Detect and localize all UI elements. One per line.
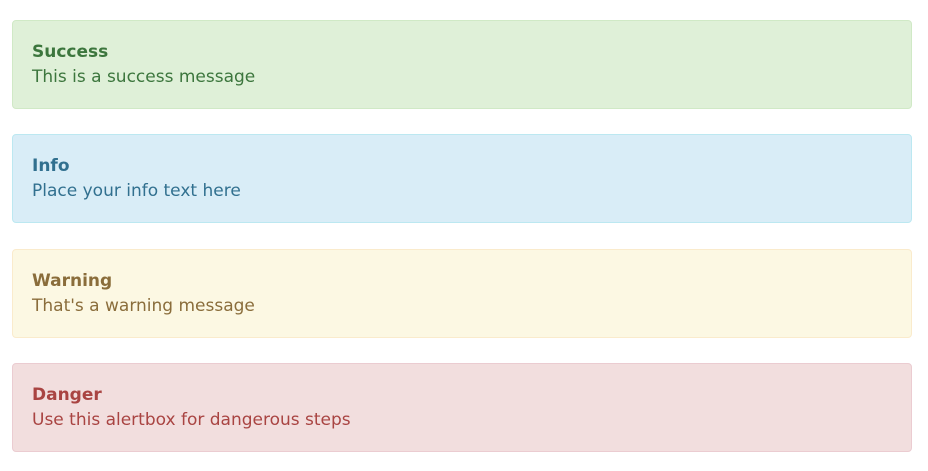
- alert-message: That's a warning message: [32, 296, 255, 316]
- alert-title: Warning: [32, 271, 113, 291]
- alert-warning: Warning That's a warning message: [12, 249, 912, 338]
- alert-title: Info: [32, 156, 70, 176]
- alert-message: Place your info text here: [32, 181, 241, 201]
- alert-title: Success: [32, 42, 109, 62]
- alert-message: This is a success message: [32, 67, 256, 87]
- alert-info: Info Place your info text here: [12, 134, 912, 223]
- alert-success: Success This is a success message: [12, 20, 912, 109]
- alert-message: Use this alertbox for dangerous steps: [32, 410, 351, 430]
- alert-danger: Danger Use this alertbox for dangerous s…: [12, 363, 912, 452]
- alert-title: Danger: [32, 385, 102, 405]
